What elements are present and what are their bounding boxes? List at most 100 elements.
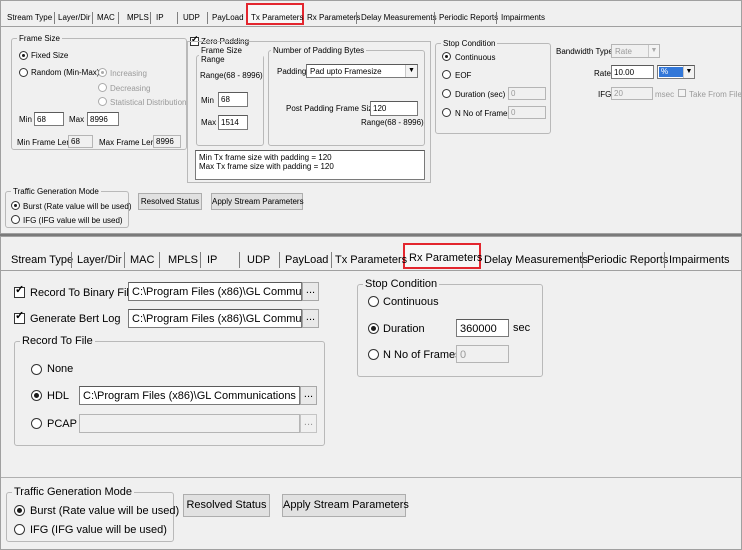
rx-duration-unit: sec <box>513 322 531 334</box>
bert-log-path-input[interactable]: C:\Program Files (x86)\GL Communica <box>128 309 302 328</box>
bottom-tab-mac[interactable]: MAC <box>130 254 154 266</box>
rx-burst-radio[interactable] <box>14 505 25 516</box>
decreasing-radio[interactable] <box>98 83 107 92</box>
tx-duration-radio[interactable] <box>442 89 451 98</box>
bottom-tab-periodic-reports[interactable]: Periodic Reports <box>587 254 668 266</box>
top-tab-payload[interactable]: PayLoad <box>212 13 244 22</box>
rx-ifg-radio[interactable] <box>14 524 25 535</box>
pcap-path-input[interactable] <box>79 414 300 433</box>
increasing-radio[interactable] <box>98 68 107 77</box>
bottom-tab-tx-parameters[interactable]: Tx Parameters <box>335 254 407 266</box>
bandwidth-type-dropdown[interactable]: Rate ▼ <box>611 44 660 58</box>
ifg-label: IFG <box>598 90 612 99</box>
tx-ifg-radio[interactable] <box>11 215 20 224</box>
top-tab-layer-dir[interactable]: Layer/Dir <box>58 13 90 22</box>
top-tab-mpls[interactable]: MPLS <box>127 13 149 22</box>
top-tab-ip[interactable]: IP <box>156 13 164 22</box>
fs-max-label: Max <box>69 115 85 124</box>
record-binary-checkbox[interactable]: ✓ <box>14 285 25 298</box>
bottom-footer-separator <box>1 477 741 478</box>
rx-apply-stream-parameters-button[interactable]: Apply Stream Parameters <box>282 494 409 517</box>
top-tab-stream-type[interactable]: Stream Type <box>7 13 52 22</box>
ifg-input[interactable]: 20 <box>611 87 653 100</box>
bottom-tab-rx-parameters[interactable]: Rx Parameters <box>409 252 482 264</box>
bottom-tab-stream-type[interactable]: Stream Type <box>11 254 73 266</box>
post-padding-range: Range(68 - 8996) <box>361 118 424 127</box>
frame-size-range-title: Frame Size Range <box>201 46 242 64</box>
post-padding-input[interactable]: 120 <box>370 101 418 116</box>
padding-dropdown[interactable]: Pad upto Framesize ▼ <box>306 64 418 78</box>
tx-resolved-status-button[interactable]: Resolved Status <box>138 193 202 210</box>
top-tab-mac[interactable]: MAC <box>97 13 115 22</box>
top-tab-strip: Stream Type Layer/Dir MAC MPLS IP UDP Pa… <box>1 1 741 27</box>
hdl-path-input[interactable]: C:\Program Files (x86)\GL Communications… <box>79 386 300 405</box>
max-frame-len-value: 8996 <box>153 135 181 148</box>
top-tab-udp[interactable]: UDP <box>183 13 200 22</box>
padding-bytes-group: Number of Padding Bytes <box>268 46 425 146</box>
tx-duration-input[interactable]: 0 <box>508 87 546 100</box>
bottom-tab-layer-dir[interactable]: Layer/Dir <box>77 254 122 266</box>
bottom-tab-mpls[interactable]: MPLS <box>168 254 198 266</box>
fs-max-input[interactable]: 8996 <box>87 112 119 126</box>
record-none-radio[interactable] <box>31 364 42 375</box>
bottom-tab-delay-measurements[interactable]: Delay Measurements <box>484 254 588 266</box>
statistical-radio[interactable] <box>98 97 107 106</box>
tx-apply-stream-parameters-button[interactable]: Apply Stream Parameters <box>211 193 304 210</box>
chevron-down-icon[interactable]: ▼ <box>683 66 694 78</box>
pcap-browse-button[interactable]: ... <box>300 414 317 433</box>
rx-burst-label: Burst (Rate value will be used) <box>30 505 180 517</box>
tx-n-frames-input[interactable]: 0 <box>508 106 546 119</box>
rate-unit-dropdown[interactable]: % ▼ <box>657 65 695 79</box>
fs-min-input[interactable]: 68 <box>34 112 64 126</box>
top-tab-impairments[interactable]: Impairments <box>501 13 545 22</box>
fs-min-label: Min <box>19 115 32 124</box>
bottom-tab-ip[interactable]: IP <box>207 254 217 266</box>
tx-stop-condition-title: Stop Condition <box>443 39 496 48</box>
rx-continuous-radio[interactable] <box>368 296 379 307</box>
chevron-down-icon[interactable]: ▼ <box>405 65 417 77</box>
top-tab-rx-parameters[interactable]: Rx Parameters <box>307 13 360 22</box>
hdl-browse-button[interactable]: ... <box>300 386 317 405</box>
record-binary-path-input[interactable]: C:\Program Files (x86)\GL Communica <box>128 282 302 301</box>
random-size-radio[interactable] <box>19 68 28 77</box>
rx-duration-radio[interactable] <box>368 323 379 334</box>
top-tab-delay-measurements[interactable]: Delay Measurements <box>361 13 437 22</box>
record-pcap-radio[interactable] <box>31 418 42 429</box>
bert-log-browse-button[interactable]: ... <box>302 309 319 328</box>
bottom-tab-impairments[interactable]: Impairments <box>669 254 730 266</box>
tx-continuous-radio[interactable] <box>442 52 451 61</box>
record-binary-browse-button[interactable]: ... <box>302 282 319 301</box>
record-to-file-title: Record To File <box>22 335 93 347</box>
top-tab-tx-parameters[interactable]: Tx Parameters <box>251 13 303 22</box>
zp-max-label: Max <box>201 118 217 127</box>
bottom-tab-udp[interactable]: UDP <box>247 254 270 266</box>
bert-log-checkbox[interactable]: ✓ <box>14 311 25 324</box>
take-from-file-checkbox[interactable] <box>678 89 686 97</box>
zp-max-input[interactable]: 1514 <box>218 115 248 130</box>
rx-n-frames-input[interactable]: 0 <box>456 345 509 363</box>
zp-min-label: Min <box>201 96 214 105</box>
rate-unit-value: % <box>659 67 684 77</box>
rate-label: Rate <box>594 69 611 78</box>
record-hdl-radio[interactable] <box>31 390 42 401</box>
top-tab-periodic-reports[interactable]: Periodic Reports <box>439 13 498 22</box>
random-size-label: Random (Min-Max) <box>31 68 100 77</box>
zp-min-input[interactable]: 68 <box>218 92 248 107</box>
rx-parameters-panel: Stream Type Layer/Dir MAC MPLS IP UDP Pa… <box>0 236 742 550</box>
bandwidth-type-value: Rate <box>615 47 632 56</box>
chevron-down-icon[interactable]: ▼ <box>648 45 659 57</box>
rx-ifg-label: IFG (IFG value will be used) <box>30 524 167 536</box>
rx-n-frames-radio[interactable] <box>368 349 379 360</box>
rx-resolved-status-button[interactable]: Resolved Status <box>183 494 270 517</box>
fixed-size-radio[interactable] <box>19 51 28 60</box>
padding-dropdown-value: Pad upto Framesize <box>310 67 382 76</box>
rx-continuous-label: Continuous <box>383 296 439 308</box>
rx-duration-input[interactable]: 360000 <box>456 319 509 337</box>
bandwidth-type-label: Bandwidth Type <box>556 47 613 56</box>
tx-eof-radio[interactable] <box>442 70 451 79</box>
tx-burst-radio[interactable] <box>11 201 20 210</box>
rate-input[interactable]: 10.00 <box>611 65 654 79</box>
bottom-tab-payload[interactable]: PayLoad <box>285 254 328 266</box>
tx-n-frames-radio[interactable] <box>442 108 451 117</box>
rx-n-frames-label: N No of Frames <box>383 349 461 361</box>
